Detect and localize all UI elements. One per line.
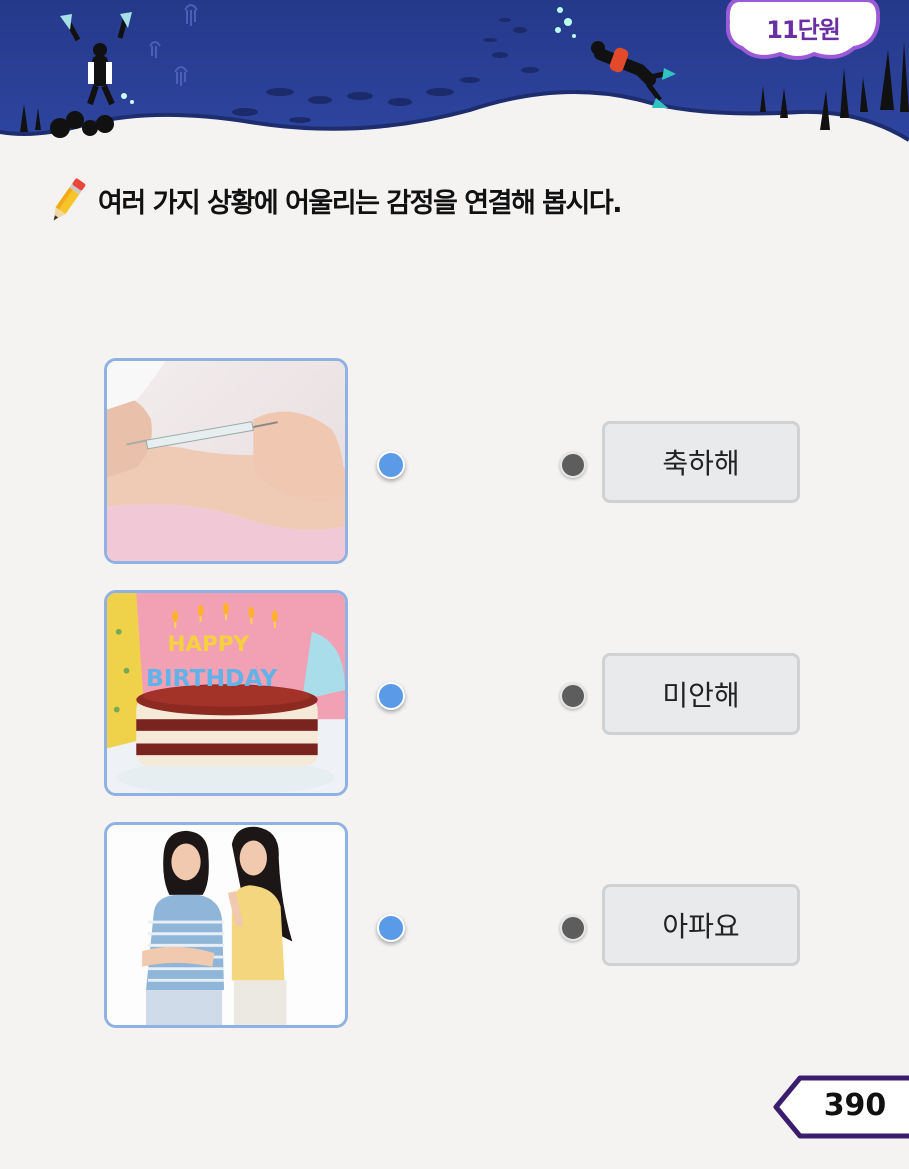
photo-connect-dot-1[interactable] xyxy=(377,451,405,479)
page-number: 390 xyxy=(823,1088,887,1123)
emotion-connect-dot-1[interactable] xyxy=(560,452,586,478)
birthday-cake-photo: HAPPY BIRTHDAY xyxy=(104,590,348,796)
cake-letters-top: HAPPY xyxy=(167,632,249,657)
unit-badge: 11단원 xyxy=(726,0,880,64)
unit-label: 11단원 xyxy=(766,16,841,44)
instruction-row: 여러 가지 상황에 어울리는 감정을 연결해 봅시다. xyxy=(46,174,622,226)
pencil-icon xyxy=(53,178,86,221)
photo-connect-dot-2[interactable] xyxy=(377,682,405,710)
emotion-option-3[interactable]: 아파요 xyxy=(602,884,800,966)
emotion-option-1[interactable]: 축하해 xyxy=(602,421,800,503)
cake-letters-bottom: BIRTHDAY xyxy=(146,664,278,692)
apology-photo xyxy=(104,822,348,1028)
emotion-connect-dot-3[interactable] xyxy=(560,915,586,941)
page-number-tab: 390 xyxy=(772,1074,909,1140)
emotion-option-2[interactable]: 미안해 xyxy=(602,653,800,735)
instruction-text: 여러 가지 상황에 어울리는 감정을 연결해 봅시다. xyxy=(98,187,622,219)
emotion-connect-dot-2[interactable] xyxy=(560,683,586,709)
photo-connect-dot-3[interactable] xyxy=(377,914,405,942)
injection-photo xyxy=(104,358,348,564)
